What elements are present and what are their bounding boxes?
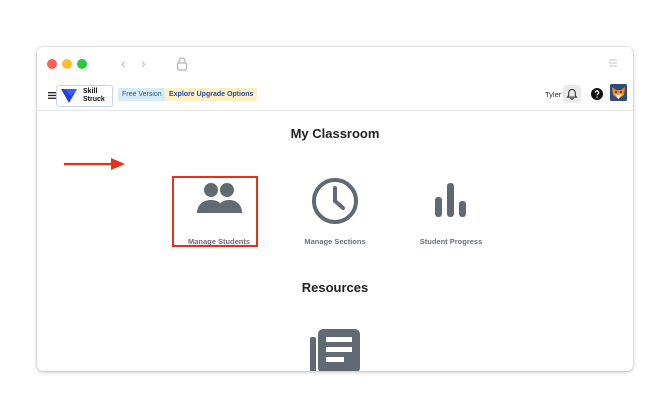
newspaper-icon[interactable] (308, 329, 362, 371)
username-label: Tyler (545, 90, 562, 99)
fox-avatar-icon (610, 84, 627, 101)
minimize-window-button[interactable] (62, 59, 72, 69)
browser-window: ‹ › Skill Struck Free Version Explore Up… (37, 47, 633, 371)
skillstruck-logo[interactable]: Skill Struck (56, 85, 113, 107)
browser-menu-icon[interactable] (608, 58, 618, 68)
student-progress-tile[interactable]: Student Progress (396, 177, 506, 247)
clock-icon (312, 178, 358, 224)
hamburger-menu-icon[interactable] (48, 92, 56, 99)
logo-text-line1: Skill (83, 88, 98, 95)
skillstruck-logo-icon (61, 89, 77, 103)
logo-text-line2: Struck (83, 95, 105, 103)
bell-icon (566, 88, 578, 100)
red-arrow-annotation (64, 158, 125, 170)
free-version-badge: Free Version (118, 88, 166, 101)
close-window-button[interactable] (47, 59, 57, 69)
manage-sections-label: Manage Sections (304, 237, 366, 246)
manage-sections-tile[interactable]: Manage Sections (280, 177, 390, 247)
logo-text: Skill Struck (83, 88, 105, 103)
back-button[interactable]: ‹ (121, 55, 126, 71)
app-header: Skill Struck Free Version Explore Upgrad… (37, 80, 633, 111)
help-icon[interactable] (591, 88, 603, 100)
student-progress-label: Student Progress (419, 237, 483, 246)
lock-icon (176, 57, 188, 71)
forward-button[interactable]: › (141, 55, 146, 71)
notifications-button[interactable] (563, 85, 581, 103)
my-classroom-heading: My Classroom (290, 126, 380, 141)
resources-heading: Resources (301, 280, 369, 295)
maximize-window-button[interactable] (77, 59, 87, 69)
browser-toolbar: ‹ › (37, 47, 633, 80)
highlight-box-annotation (172, 176, 258, 247)
bar-chart-icon (435, 183, 466, 217)
upgrade-options-link[interactable]: Explore Upgrade Options (165, 88, 258, 101)
avatar[interactable] (610, 84, 627, 101)
